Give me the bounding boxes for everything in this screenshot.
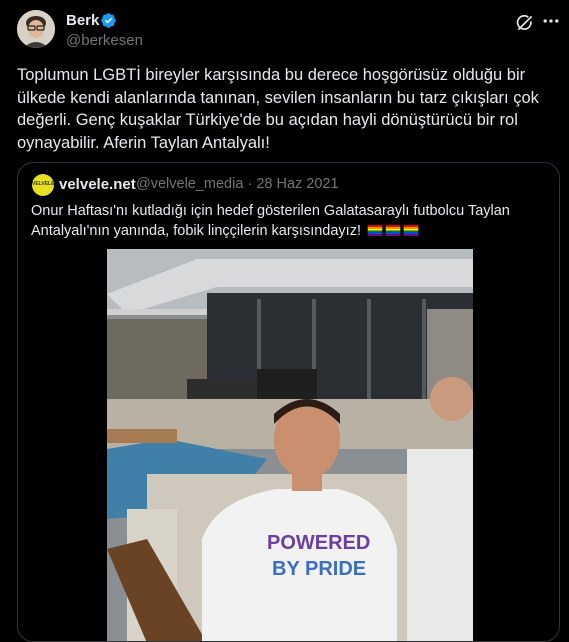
tweet-text: Toplumun LGBTİ bireyler karşısında bu de… (17, 66, 539, 152)
author-avatar[interactable] (17, 10, 55, 48)
verified-badge-icon (101, 13, 116, 28)
shirt-text-bottom: BY PRIDE (272, 558, 366, 580)
quoted-author-name[interactable]: velvele.net (59, 176, 136, 193)
quoted-avatar-text: VELVELE (32, 181, 55, 187)
meta-separator: · (247, 176, 253, 192)
more-icon[interactable] (541, 11, 561, 31)
quoted-photo[interactable]: POWERED BY PRIDE (107, 249, 473, 642)
rainbow-flag-icon (385, 225, 401, 236)
rainbow-flag-icon (367, 225, 383, 236)
quoted-text: Onur Haftası'nı kutladığı için hedef gös… (31, 203, 510, 239)
quoted-author-handle[interactable]: @velvele_media (136, 176, 243, 192)
author-name[interactable]: Berk (66, 12, 99, 29)
quoted-tweet[interactable]: VELVELE velvele.net @velvele_media · 28 … (17, 162, 560, 642)
grok-icon[interactable] (515, 13, 535, 33)
quoted-date[interactable]: 28 Haz 2021 (256, 176, 338, 192)
author-handle[interactable]: @berkesen (66, 32, 143, 49)
quoted-meta: @velvele_media · 28 Haz 2021 (136, 176, 339, 192)
rainbow-flag-icon (403, 225, 419, 236)
quoted-avatar[interactable]: VELVELE (32, 174, 54, 196)
shirt-text-top: POWERED (267, 532, 370, 554)
quoted-text-block: Onur Haftası'nı kutladığı için hedef gös… (31, 201, 546, 241)
